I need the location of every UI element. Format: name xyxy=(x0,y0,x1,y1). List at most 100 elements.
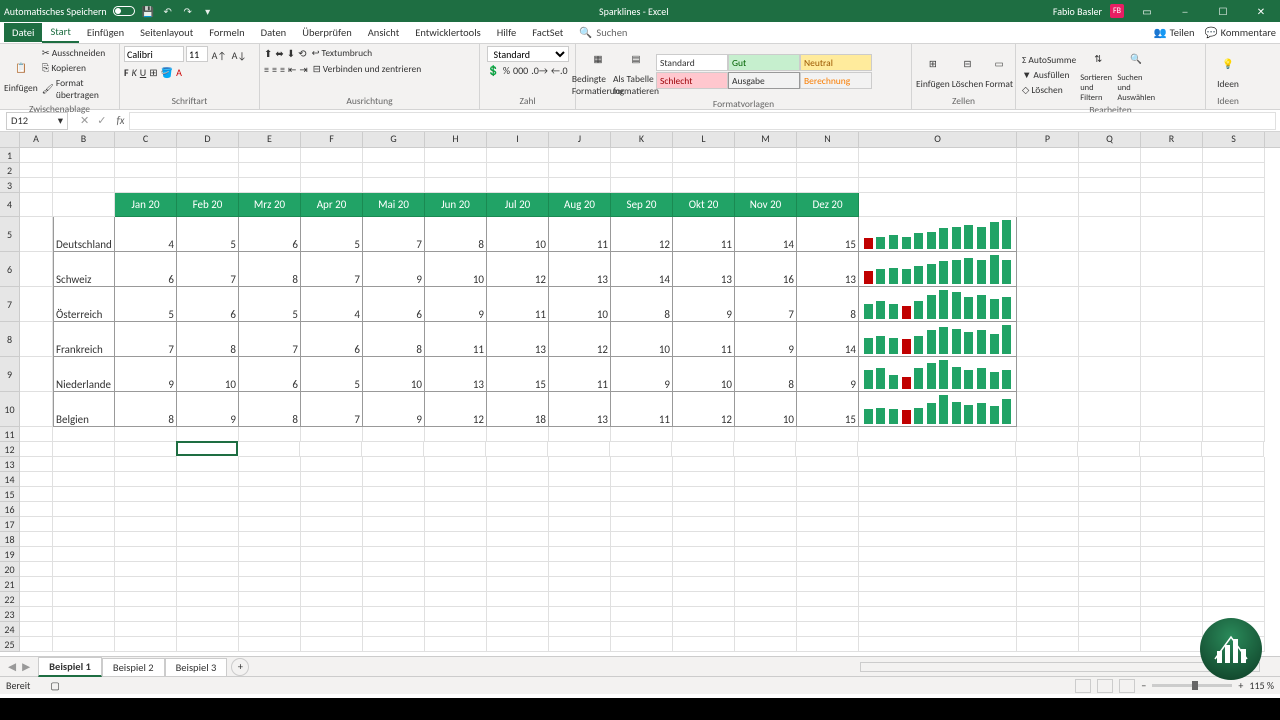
cell-M21[interactable] xyxy=(735,577,797,592)
cell-G18[interactable] xyxy=(363,532,425,547)
cell-H12[interactable] xyxy=(424,442,486,457)
cell-L5[interactable]: 11 xyxy=(673,217,735,252)
cell-A6[interactable] xyxy=(20,252,53,287)
comma-icon[interactable]: 000 xyxy=(513,64,528,77)
cell-L9[interactable]: 10 xyxy=(673,357,735,392)
cell-N6[interactable]: 13 xyxy=(797,252,859,287)
cell-H21[interactable] xyxy=(425,577,487,592)
tab-prev-icon[interactable]: ◀ xyxy=(8,660,16,673)
bold-button[interactable]: F xyxy=(124,66,129,79)
cell-L3[interactable] xyxy=(673,178,735,193)
cell-R5[interactable] xyxy=(1141,217,1203,252)
cell-Q20[interactable] xyxy=(1079,562,1141,577)
cell-B24[interactable] xyxy=(53,622,115,637)
cell-I13[interactable] xyxy=(487,457,549,472)
indent-dec-icon[interactable]: ⇤ xyxy=(288,63,296,76)
cell-S12[interactable] xyxy=(1202,442,1264,457)
zoom-in-button[interactable]: + xyxy=(1238,679,1243,692)
cell-D20[interactable] xyxy=(177,562,239,577)
cell-N11[interactable] xyxy=(797,427,859,442)
cell-O6[interactable] xyxy=(859,252,1017,287)
cell-C22[interactable] xyxy=(115,592,177,607)
cell-O20[interactable] xyxy=(859,562,1017,577)
cell-F25[interactable] xyxy=(301,637,363,652)
row-header-18[interactable]: 18 xyxy=(0,532,20,547)
cell-M4[interactable]: Nov 20 xyxy=(735,193,797,217)
cell-B9[interactable]: Niederlande xyxy=(53,357,115,392)
row-header-23[interactable]: 23 xyxy=(0,607,20,622)
cell-J17[interactable] xyxy=(549,517,611,532)
add-sheet-button[interactable]: + xyxy=(231,658,249,676)
cell-N10[interactable]: 15 xyxy=(797,392,859,427)
cell-N2[interactable] xyxy=(797,163,859,178)
col-header-M[interactable]: M xyxy=(735,132,797,147)
cell-A15[interactable] xyxy=(20,487,53,502)
cell-O16[interactable] xyxy=(859,502,1017,517)
cell-O4[interactable] xyxy=(859,193,1017,217)
cell-J7[interactable]: 10 xyxy=(549,287,611,322)
cell-E4[interactable]: Mrz 20 xyxy=(239,193,301,217)
number-format-select[interactable]: Standard xyxy=(487,46,569,62)
cell-M2[interactable] xyxy=(735,163,797,178)
cell-C14[interactable] xyxy=(115,472,177,487)
cell-S17[interactable] xyxy=(1203,517,1265,532)
fx-icon[interactable]: fx xyxy=(112,114,128,127)
cell-F2[interactable] xyxy=(301,163,363,178)
orientation-icon[interactable]: ⟲ xyxy=(298,47,306,60)
as-table-button[interactable]: ▤Als Tabelle formatieren xyxy=(618,46,654,97)
row-header-20[interactable]: 20 xyxy=(0,562,20,577)
cell-B3[interactable] xyxy=(53,178,115,193)
dec-decimal-icon[interactable]: ←.0 xyxy=(551,64,568,77)
cell-I25[interactable] xyxy=(487,637,549,652)
cell-P19[interactable] xyxy=(1017,547,1079,562)
cell-A8[interactable] xyxy=(20,322,53,357)
cell-S11[interactable] xyxy=(1203,427,1265,442)
cell-J15[interactable] xyxy=(549,487,611,502)
col-header-S[interactable]: S xyxy=(1203,132,1265,147)
cell-G3[interactable] xyxy=(363,178,425,193)
cell-S18[interactable] xyxy=(1203,532,1265,547)
cell-A4[interactable] xyxy=(20,193,53,217)
cell-H25[interactable] xyxy=(425,637,487,652)
cell-H5[interactable]: 8 xyxy=(425,217,487,252)
cell-J1[interactable] xyxy=(549,148,611,163)
cell-D14[interactable] xyxy=(177,472,239,487)
col-header-O[interactable]: O xyxy=(859,132,1017,147)
cell-K12[interactable] xyxy=(610,442,672,457)
cell-E14[interactable] xyxy=(239,472,301,487)
cell-J10[interactable]: 13 xyxy=(549,392,611,427)
cell-N24[interactable] xyxy=(797,622,859,637)
cell-G21[interactable] xyxy=(363,577,425,592)
cell-P25[interactable] xyxy=(1017,637,1079,652)
cell-F22[interactable] xyxy=(301,592,363,607)
cell-O12[interactable] xyxy=(858,442,1016,457)
cell-F1[interactable] xyxy=(301,148,363,163)
cell-C21[interactable] xyxy=(115,577,177,592)
cell-R19[interactable] xyxy=(1141,547,1203,562)
macro-record-icon[interactable]: ▢ xyxy=(50,679,59,692)
cell-M15[interactable] xyxy=(735,487,797,502)
italic-button[interactable]: K xyxy=(132,66,137,79)
cell-B1[interactable] xyxy=(53,148,115,163)
cell-I9[interactable]: 15 xyxy=(487,357,549,392)
cell-L16[interactable] xyxy=(673,502,735,517)
cell-L10[interactable]: 12 xyxy=(673,392,735,427)
cell-E10[interactable]: 8 xyxy=(239,392,301,427)
cell-P15[interactable] xyxy=(1017,487,1079,502)
cell-P3[interactable] xyxy=(1017,178,1079,193)
cell-L24[interactable] xyxy=(673,622,735,637)
clear-button[interactable]: ◇Löschen xyxy=(1020,83,1078,97)
cell-B14[interactable] xyxy=(53,472,115,487)
cell-M8[interactable]: 9 xyxy=(735,322,797,357)
cell-C4[interactable]: Jan 20 xyxy=(115,193,177,217)
cell-O5[interactable] xyxy=(859,217,1017,252)
align-middle-icon[interactable]: ⬌ xyxy=(275,47,283,60)
cell-L4[interactable]: Okt 20 xyxy=(673,193,735,217)
cell-A21[interactable] xyxy=(20,577,53,592)
cell-I15[interactable] xyxy=(487,487,549,502)
cell-S6[interactable] xyxy=(1203,252,1265,287)
sort-filter-button[interactable]: ⇅Sortieren und Filtern xyxy=(1080,46,1116,103)
cell-E9[interactable]: 6 xyxy=(239,357,301,392)
cell-N4[interactable]: Dez 20 xyxy=(797,193,859,217)
cell-P14[interactable] xyxy=(1017,472,1079,487)
